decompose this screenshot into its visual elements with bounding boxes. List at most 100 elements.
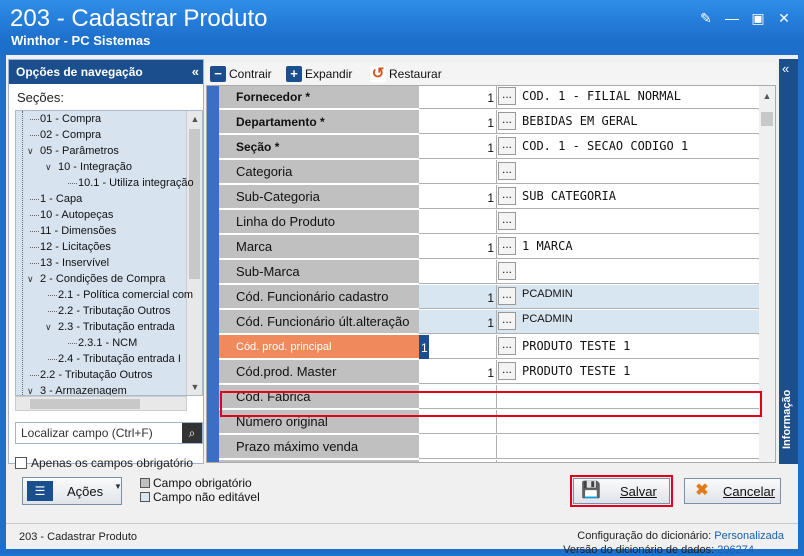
lookup-button[interactable]: ...	[498, 162, 516, 180]
tree-item[interactable]: 12 - Licitações	[40, 239, 111, 255]
lookup-button[interactable]: ...	[498, 462, 516, 463]
scroll-up-icon[interactable]: ▲	[187, 111, 202, 127]
field-code-input[interactable]	[419, 385, 497, 409]
tree-item[interactable]: 13 - Inservível	[40, 255, 109, 271]
tree-expand-icon[interactable]: ∨	[27, 383, 37, 395]
maximize-button[interactable]: ▣	[748, 9, 768, 27]
lookup-button[interactable]: ...	[498, 87, 516, 105]
field-value[interactable]: 1... 1 MARCA	[419, 235, 759, 259]
field-value[interactable]: 1... COD. 1 - SECAO CODIGO 1	[419, 135, 759, 159]
restaurar-button[interactable]: ↺ Restaurar	[370, 65, 442, 83]
field-value[interactable]: 1... COD. 1 - FILIAL NORMAL	[419, 86, 759, 109]
navigation-panel: Opções de navegação « Seções: ▲ ▼ 01 - C…	[8, 59, 204, 470]
grid-scrollbar[interactable]: ▲	[758, 86, 775, 462]
lookup-button[interactable]: ...	[498, 337, 516, 355]
only-required-checkbox[interactable]	[15, 457, 27, 469]
tree-item[interactable]: 10 - Integração	[58, 159, 132, 175]
field-code-input[interactable]: 1	[419, 185, 497, 209]
field-code-input[interactable]: 1	[419, 360, 497, 384]
tree-expand-icon[interactable]: ∨	[27, 271, 37, 287]
field-code-input[interactable]	[419, 260, 497, 284]
field-value[interactable]: 1... BEBIDAS EM GERAL	[419, 110, 759, 134]
lookup-button[interactable]: ...	[498, 187, 516, 205]
close-button[interactable]: ✕	[774, 9, 794, 27]
field-value[interactable]	[419, 385, 759, 409]
tree-item[interactable]: 01 - Compra	[40, 111, 101, 127]
field-code-input[interactable]: CX	[419, 460, 497, 462]
field-code-input[interactable]: 1	[419, 110, 497, 134]
tree-item[interactable]: 2.3 - Tributação entrada	[58, 319, 175, 335]
search-field[interactable]: Localizar campo (Ctrl+F) ⌕	[15, 422, 203, 444]
field-description: PCADMIN	[522, 288, 573, 300]
field-code-input[interactable]	[419, 210, 497, 234]
field-value[interactable]: 1... PCADMIN	[419, 310, 759, 334]
field-code-input[interactable]	[419, 160, 497, 184]
tree-item[interactable]: 1 - Capa	[40, 191, 82, 207]
tree-expand-icon[interactable]: ∨	[45, 159, 55, 175]
field-code-input[interactable]: 1	[419, 335, 497, 359]
acoes-button[interactable]: ☰ Ações	[22, 477, 122, 505]
lookup-button[interactable]: ...	[498, 262, 516, 280]
field-value[interactable]: 1... PRODUTO TESTE 1	[419, 335, 759, 359]
tree-scroll-thumb[interactable]	[189, 129, 200, 279]
field-value[interactable]: 1... PRODUTO TESTE 1	[419, 360, 759, 384]
tree-item[interactable]: 05 - Parâmetros	[40, 143, 119, 159]
tree-item[interactable]: 2.3.1 - NCM	[78, 335, 137, 351]
field-value[interactable]	[419, 435, 759, 459]
field-code-input[interactable]: 1	[419, 235, 497, 259]
field-code-input[interactable]: 1	[419, 135, 497, 159]
lookup-button[interactable]: ...	[498, 237, 516, 255]
tree-item[interactable]: 2.2 - Tributação Outros	[40, 367, 153, 383]
search-input[interactable]: Localizar campo (Ctrl+F)	[21, 426, 153, 440]
tree-item[interactable]: 2.1 - Política comercial com	[58, 287, 193, 303]
grid-scroll-up-icon[interactable]: ▲	[759, 88, 775, 104]
tree-scrollbar[interactable]: ▲ ▼	[186, 111, 202, 395]
field-code-input[interactable]: 1	[419, 86, 497, 109]
tree-item[interactable]: 10 - Autopeças	[40, 207, 113, 223]
tree-item[interactable]: 10.1 - Utiliza integração	[78, 175, 194, 191]
contrair-button[interactable]: − Contrair	[210, 65, 272, 83]
tree-hscroll-thumb[interactable]	[30, 399, 140, 409]
lookup-button[interactable]: ...	[498, 112, 516, 130]
tree-item[interactable]: 3 - Armazenagem	[40, 383, 127, 395]
lookup-button[interactable]: ...	[498, 312, 516, 330]
field-value[interactable]: ...	[419, 260, 759, 284]
search-icon[interactable]: ⌕	[182, 423, 202, 443]
field-value[interactable]: 1... SUB CATEGORIA	[419, 185, 759, 209]
only-required-option[interactable]: Apenas os campos obrigatório	[15, 456, 193, 470]
info-expand-icon[interactable]: «	[782, 61, 789, 76]
field-code-input[interactable]	[419, 410, 497, 434]
expandir-button[interactable]: + Expandir	[286, 65, 352, 83]
tree-item[interactable]: 2.2 - Tributação Outros	[58, 303, 171, 319]
collapse-icon[interactable]: «	[192, 60, 199, 84]
lookup-button[interactable]: ...	[498, 137, 516, 155]
field-value[interactable]	[419, 410, 759, 434]
grid-scroll-thumb[interactable]	[761, 112, 773, 126]
cancelar-button[interactable]: ✖ Cancelar	[684, 478, 781, 504]
tree-expand-icon[interactable]: ∨	[27, 143, 37, 159]
tree-item[interactable]: 2.4 - Tributação entrada I	[58, 351, 181, 367]
tree-item[interactable]: 11 - Dimensões	[40, 223, 116, 239]
scroll-down-icon[interactable]: ▼	[187, 379, 202, 395]
field-code-input[interactable]: 1	[419, 285, 497, 309]
edit-icon[interactable]: ✎	[696, 9, 716, 27]
field-description: COD. 1 - SECAO CODIGO 1	[522, 139, 689, 153]
field-code-input[interactable]	[419, 435, 497, 459]
field-value[interactable]: ...	[419, 210, 759, 234]
lookup-button[interactable]: ...	[498, 362, 516, 380]
tree-hscrollbar[interactable]	[15, 396, 187, 411]
config-value[interactable]: Personalizada	[714, 530, 784, 542]
tree-expand-icon[interactable]: ∨	[45, 319, 55, 335]
lookup-button[interactable]: ...	[498, 212, 516, 230]
field-value[interactable]: 1... PCADMIN	[419, 285, 759, 309]
info-panel[interactable]: « Informação	[779, 59, 798, 464]
minimize-button[interactable]: —	[722, 9, 742, 27]
tree-item[interactable]: 2 - Condições de Compra	[40, 271, 165, 287]
acoes-dropdown-icon[interactable]: ▼	[114, 477, 123, 497]
field-code-input[interactable]: 1	[419, 310, 497, 334]
field-value[interactable]: CX...CX	[419, 460, 759, 463]
tree-item[interactable]: 02 - Compra	[40, 127, 101, 143]
lookup-button[interactable]: ...	[498, 287, 516, 305]
sections-tree[interactable]: ▲ ▼ 01 - Compra 02 - Compra 05 - Parâmetro…	[15, 110, 203, 396]
field-value[interactable]: ...	[419, 160, 759, 184]
